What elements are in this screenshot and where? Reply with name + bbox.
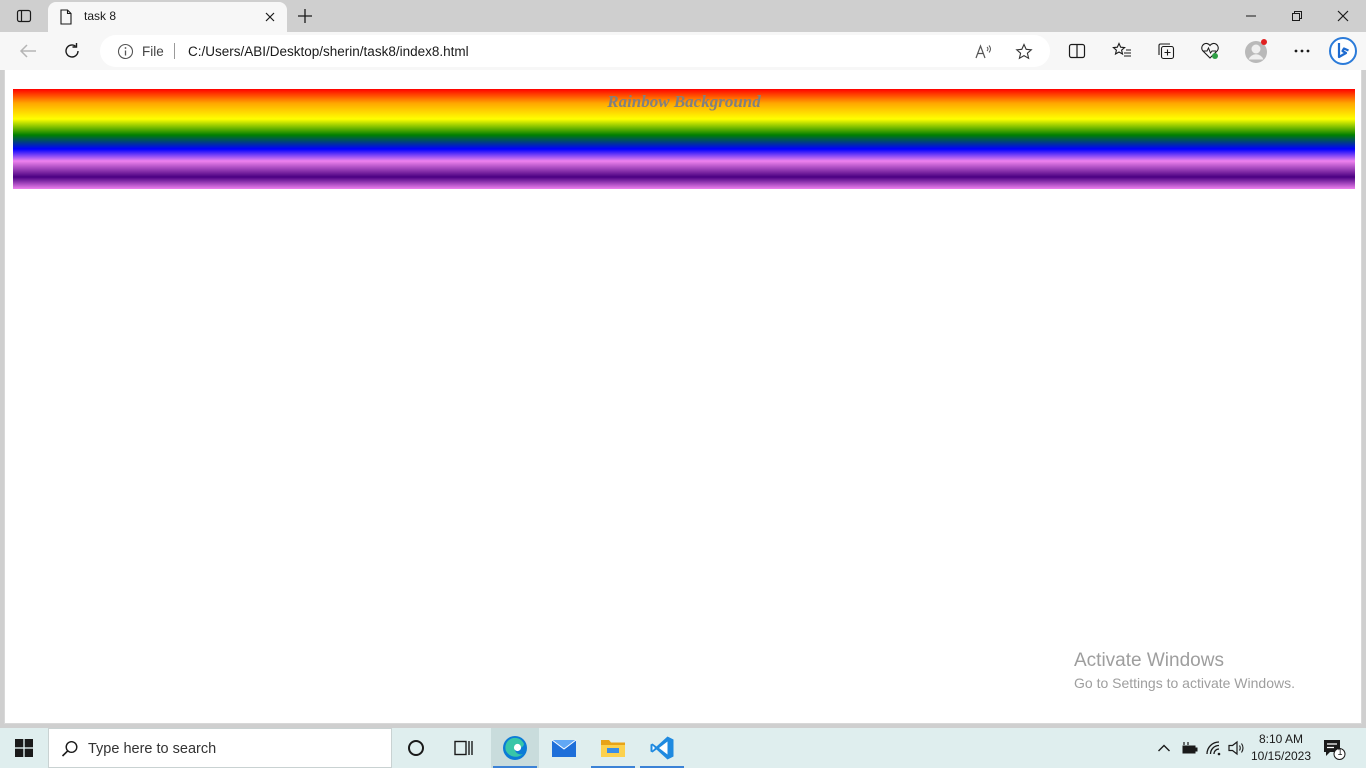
minimize-icon [1246, 15, 1256, 17]
restore-button[interactable] [1274, 0, 1320, 32]
close-icon [1337, 10, 1349, 22]
battery-button[interactable] [1178, 737, 1200, 759]
tab-close-button[interactable] [261, 8, 279, 26]
minimize-button[interactable] [1228, 0, 1274, 32]
volume-button[interactable] [1226, 737, 1248, 759]
close-icon [265, 12, 275, 22]
read-aloud-icon [975, 44, 991, 59]
browser-toolbar: File C:/Users/ABI/Desktop/sherin/task8/i… [0, 32, 1366, 70]
clock-date: 10/15/2023 [1250, 749, 1312, 763]
page-viewport: Rainbow Background Activate Windows Go t… [4, 70, 1362, 724]
address-separator [174, 43, 175, 59]
close-window-button[interactable] [1320, 0, 1366, 32]
taskbar-mail-app[interactable] [540, 728, 588, 768]
clock-time: 8:10 AM [1258, 732, 1304, 746]
favorites-list-icon [1112, 42, 1131, 57]
taskbar-search-box[interactable]: Type here to search [48, 728, 392, 768]
system-clock[interactable]: 8:10 AM 10/15/2023 [1248, 731, 1314, 765]
address-bar[interactable]: File C:/Users/ABI/Desktop/sherin/task8/i… [100, 35, 1050, 67]
windows-logo-icon [15, 739, 33, 757]
taskbar-vscode-app[interactable] [638, 728, 686, 768]
collections-icon [1158, 43, 1175, 60]
collections-button[interactable] [1151, 36, 1181, 66]
avatar-icon [1245, 39, 1267, 63]
edge-icon [503, 736, 527, 760]
copilot-button[interactable] [1327, 34, 1359, 68]
profile-button[interactable] [1241, 36, 1271, 66]
star-icon [1015, 43, 1033, 60]
browser-essentials-button[interactable] [1195, 36, 1225, 66]
heart-pulse-icon [1201, 42, 1219, 59]
tab-actions-button[interactable] [8, 4, 40, 28]
chevron-up-icon [1158, 744, 1170, 752]
favorites-button[interactable] [1107, 36, 1137, 66]
task-view-button[interactable] [440, 728, 488, 768]
cortana-button[interactable] [392, 728, 440, 768]
start-button[interactable] [0, 728, 48, 768]
watermark-title: Activate Windows [1074, 650, 1224, 671]
browser-tab[interactable]: task 8 [48, 2, 287, 32]
split-screen-button[interactable] [1062, 36, 1092, 66]
bing-icon [1329, 37, 1357, 65]
back-arrow-icon [19, 44, 36, 58]
folder-icon [601, 740, 625, 757]
speaker-icon [1228, 740, 1244, 756]
page-heading: Rainbow Background [607, 92, 761, 111]
refresh-icon [65, 43, 79, 58]
vscode-icon [650, 736, 674, 760]
read-aloud-button[interactable] [973, 41, 995, 63]
search-placeholder: Type here to search [88, 741, 217, 757]
back-button[interactable] [13, 36, 43, 66]
mail-icon [551, 739, 577, 757]
wifi-icon [1206, 741, 1221, 756]
split-screen-icon [1068, 43, 1086, 59]
restore-icon [1292, 11, 1302, 21]
title-bar: task 8 [0, 0, 1366, 32]
refresh-button[interactable] [57, 36, 87, 66]
notification-count: 1 [1337, 747, 1343, 757]
rainbow-banner: Rainbow Background [13, 89, 1355, 189]
action-center-button[interactable]: 1 [1322, 737, 1346, 761]
activate-windows-watermark: Activate Windows Go to Settings to activ… [1074, 650, 1295, 691]
search-icon [61, 740, 78, 757]
tab-actions-icon [16, 9, 32, 23]
taskbar-edge-app[interactable] [491, 728, 539, 768]
page-icon [60, 9, 72, 25]
cortana-icon [408, 740, 424, 756]
battery-icon [1182, 742, 1198, 754]
show-hidden-icons-button[interactable] [1153, 737, 1175, 759]
tab-title: task 8 [84, 9, 117, 23]
scheme-label: File [142, 44, 164, 59]
favorite-button[interactable] [1013, 41, 1035, 63]
taskbar: Type here to search 8:10 AM 10/15/2023 1 [0, 728, 1366, 768]
network-button[interactable] [1203, 737, 1225, 759]
url-text[interactable]: C:/Users/ABI/Desktop/sherin/task8/index8… [188, 44, 469, 59]
taskbar-file-explorer-app[interactable] [589, 728, 637, 768]
new-tab-button[interactable] [292, 4, 318, 28]
watermark-subtitle: Go to Settings to activate Windows. [1074, 675, 1295, 691]
more-dots-icon [1294, 49, 1310, 53]
plus-icon [298, 9, 312, 23]
settings-more-button[interactable] [1287, 36, 1317, 66]
task-view-icon [454, 740, 473, 756]
info-icon [117, 43, 134, 60]
